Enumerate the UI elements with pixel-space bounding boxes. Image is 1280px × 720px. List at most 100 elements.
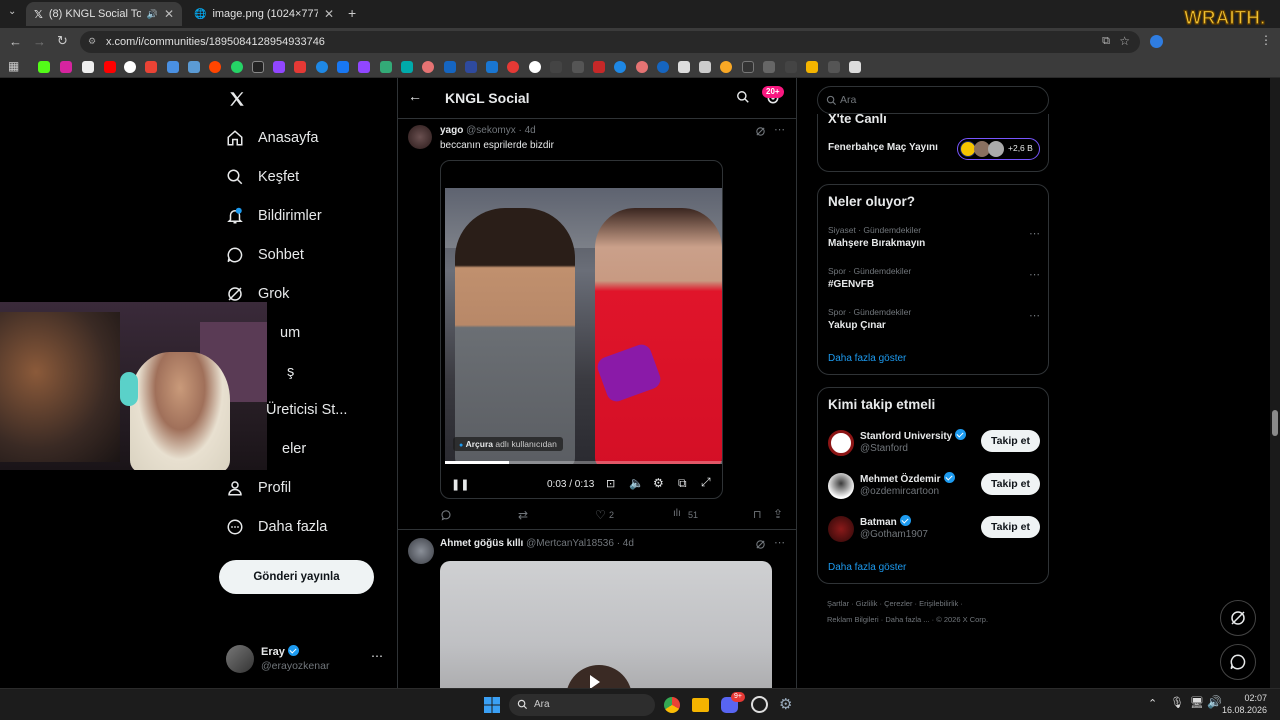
bookmark-icon[interactable] xyxy=(188,61,200,73)
avatar[interactable] xyxy=(408,125,432,149)
post-media[interactable] xyxy=(440,561,772,688)
bookmark-icon[interactable] xyxy=(785,61,797,73)
sidebar-item-partial[interactable]: eler xyxy=(282,434,306,464)
show-more-link[interactable]: Daha fazla göster xyxy=(828,562,906,573)
chrome-icon[interactable] xyxy=(664,697,680,713)
more-dots-icon[interactable]: ⋯ xyxy=(1029,268,1040,281)
bookmark-star-icon[interactable]: ☆ xyxy=(1119,34,1130,48)
sidebar-item-explore[interactable]: Keşfet xyxy=(226,162,299,192)
bookmark-kick-icon[interactable] xyxy=(38,61,50,73)
network-icon[interactable]: 🖥 xyxy=(1190,696,1204,709)
pip-icon[interactable]: ⧉ xyxy=(678,476,687,491)
footer-link[interactable]: Reklam Bilgileri xyxy=(827,615,879,624)
follow-suggestion[interactable]: Mehmet Özdemir @ozdemircartoon Takip et xyxy=(828,471,1040,505)
bookmark-icon[interactable] xyxy=(444,61,456,73)
bookmark-icon[interactable] xyxy=(550,61,562,73)
clock-date[interactable]: 16.08.2026 xyxy=(1219,705,1267,715)
account-switcher[interactable]: Eray @erayozkenar ⋯ xyxy=(226,643,386,679)
back-icon[interactable]: ← xyxy=(9,34,22,49)
x-logo-icon[interactable] xyxy=(228,90,246,113)
more-dots-icon[interactable]: ⋯ xyxy=(774,123,785,136)
scrollbar[interactable] xyxy=(1270,78,1280,688)
bookmark-icon[interactable] xyxy=(657,61,669,73)
bookmark-youtube-icon[interactable] xyxy=(104,61,116,73)
clock-time[interactable]: 02:07 xyxy=(1229,693,1267,703)
bookmark-icon[interactable] xyxy=(316,61,328,73)
footer-link[interactable]: Erişilebilirlik xyxy=(919,599,958,608)
tray-chevron-icon[interactable]: ⌃ xyxy=(1148,697,1157,710)
bookmark-icon[interactable] xyxy=(507,61,519,73)
footer-link[interactable]: Gizlilik xyxy=(856,599,878,608)
views-icon[interactable]: ılı xyxy=(673,508,681,519)
bookmark-icon[interactable] xyxy=(422,61,434,73)
post-author-name[interactable]: Ahmet göğüs kıllı xyxy=(440,538,523,549)
bookmark-icon[interactable] xyxy=(763,61,775,73)
taskbar-search-input[interactable]: Ara xyxy=(509,694,655,716)
bookmark-icon[interactable] xyxy=(828,61,840,73)
share-icon[interactable]: ⇪ xyxy=(773,507,783,521)
sidebar-item-partial[interactable]: um xyxy=(280,318,300,348)
bookmark-icon[interactable] xyxy=(699,61,711,73)
video-frame[interactable]: ● Arçura adlı kullanıcıdan xyxy=(445,188,722,464)
avatar[interactable] xyxy=(408,538,434,564)
sidebar-item-partial[interactable]: Üreticisi St... xyxy=(266,395,347,425)
show-more-link[interactable]: Daha fazla göster xyxy=(828,353,906,364)
sidebar-item-partial[interactable]: ş xyxy=(287,357,294,387)
bookmark-icon[interactable] xyxy=(273,61,285,73)
bookmark-icon[interactable] xyxy=(294,61,306,73)
grok-float-button[interactable] xyxy=(1220,600,1256,636)
close-tab-icon[interactable]: ✕ xyxy=(164,7,174,21)
bookmark-icon[interactable] xyxy=(849,61,861,73)
live-listeners[interactable]: +2,6 B xyxy=(957,138,1040,160)
trend-item[interactable]: Spor · Gündemdekiler Yakup Çınar ⋯ xyxy=(828,307,1040,331)
bookmark-folder-icon[interactable] xyxy=(806,61,818,73)
microphone-icon[interactable]: 🎙 xyxy=(1170,696,1184,709)
bookmark-whatsapp-icon[interactable] xyxy=(231,61,243,73)
site-info-icon[interactable]: ⚙ xyxy=(88,36,96,47)
bookmark-x-icon[interactable] xyxy=(82,61,94,73)
extension-icon[interactable] xyxy=(1150,35,1163,48)
tab-list-icon[interactable]: ⌄ xyxy=(8,6,16,17)
post-author-name[interactable]: yago xyxy=(440,125,463,136)
bookmark-icon[interactable]: ⊓ xyxy=(753,508,762,521)
follow-suggestion[interactable]: Stanford University @Stanford Takip et xyxy=(828,428,1040,462)
scrollbar-thumb[interactable] xyxy=(1272,410,1278,436)
follow-button[interactable]: Takip et xyxy=(981,430,1040,452)
repost-icon[interactable]: ⇄ xyxy=(518,508,528,522)
search-input[interactable]: Ara xyxy=(817,86,1049,114)
bookmark-reddit-icon[interactable] xyxy=(209,61,221,73)
video-progress-track[interactable] xyxy=(445,461,722,464)
footer-link[interactable]: Şartlar xyxy=(827,599,849,608)
volume-icon[interactable]: 🔈 xyxy=(629,476,644,490)
forward-icon[interactable]: → xyxy=(33,34,46,49)
captions-icon[interactable]: ⊡ xyxy=(606,477,615,490)
bookmark-gmail-icon[interactable] xyxy=(145,61,157,73)
follow-suggestion[interactable]: Batman @Gotham1907 Takip et xyxy=(828,514,1040,548)
bookmark-icon[interactable] xyxy=(678,61,690,73)
post[interactable]: yago @sekomyx · 4d ⋯ beccanın esprilerde… xyxy=(398,119,796,529)
sidebar-item-chat[interactable]: Sohbet xyxy=(226,240,304,270)
bookmark-icon[interactable] xyxy=(486,61,498,73)
avatar[interactable] xyxy=(828,430,854,456)
video-player[interactable]: ● Arçura adlı kullanıcıdan ❚❚ 0:03 / 0:1… xyxy=(440,160,723,499)
bookmark-icon[interactable] xyxy=(720,61,732,73)
footer-link[interactable]: Çerezler xyxy=(884,599,912,608)
reload-icon[interactable]: ↻ xyxy=(57,33,68,49)
settings-gear-icon[interactable]: ⚙ xyxy=(779,695,792,713)
bookmark-facebook-icon[interactable] xyxy=(337,61,349,73)
apps-grid-icon[interactable]: ▦ xyxy=(8,59,19,73)
windows-start-icon[interactable] xyxy=(484,697,500,713)
menu-icon[interactable]: ⋮ xyxy=(1260,33,1272,47)
url-field[interactable]: ⚙ x.com/i/communities/189508412895493374… xyxy=(80,31,1140,53)
bookmark-google-icon[interactable] xyxy=(124,61,136,73)
reply-icon[interactable] xyxy=(440,509,452,521)
bookmark-twitch-icon[interactable] xyxy=(358,61,370,73)
bookmark-icon[interactable] xyxy=(636,61,648,73)
more-dots-icon[interactable]: ⋯ xyxy=(1029,227,1040,240)
bookmark-icon[interactable] xyxy=(572,61,584,73)
pause-icon[interactable]: ❚❚ xyxy=(451,478,469,491)
back-arrow-icon[interactable]: ← xyxy=(408,88,422,104)
new-tab-icon[interactable]: + xyxy=(348,5,356,21)
bookmark-icon[interactable] xyxy=(614,61,626,73)
post-button[interactable]: Gönderi yayınla xyxy=(219,560,374,594)
